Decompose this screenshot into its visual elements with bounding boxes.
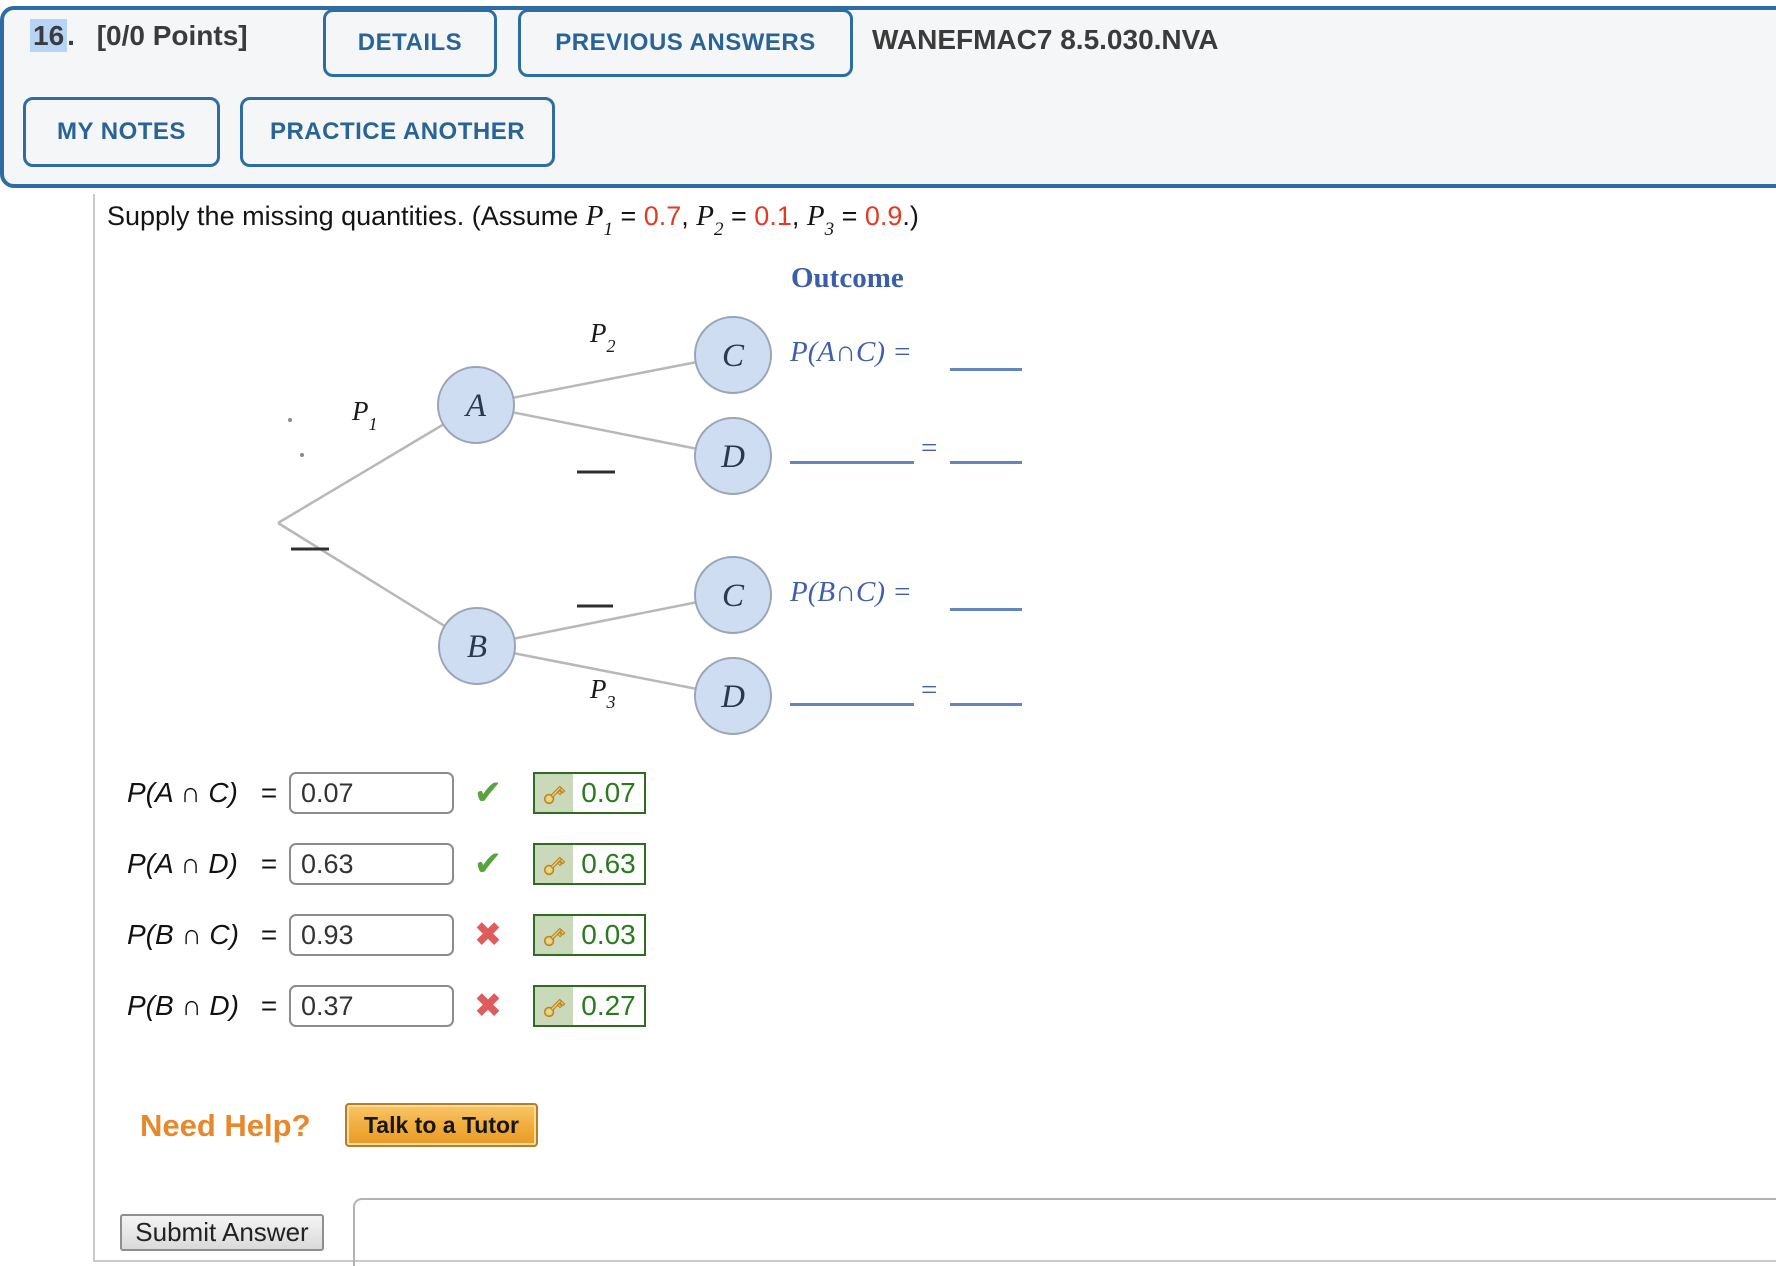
node-A <box>437 366 515 444</box>
node-B <box>438 607 516 685</box>
equals-sign: = <box>260 990 278 1021</box>
node-C-lower-label: C <box>722 578 745 614</box>
points-label: [0/0 Points] <box>96 20 248 51</box>
answer-key-box: 0.63 <box>533 843 646 885</box>
outcome-row4-blank-right <box>950 703 1022 706</box>
node-D-upper-label: D <box>720 439 745 475</box>
p2-value: 0.1 <box>754 201 792 231</box>
node-B-label: B <box>467 629 487 665</box>
outcome-row2-equals: = <box>921 432 938 464</box>
content-left-border <box>93 194 95 1260</box>
talk-to-tutor-button[interactable]: Talk to a Tutor <box>345 1103 538 1147</box>
need-help-label: Need Help? <box>140 1108 311 1143</box>
node-C-upper-label: C <box>722 338 745 374</box>
outcome-row3-formula: P(B∩C) = <box>790 576 912 608</box>
next-section-panel <box>353 1198 1776 1266</box>
key-value: 0.63 <box>581 848 636 879</box>
answer-row-pbc: P(B ∩ C) = ✖ 0.03 <box>127 914 646 956</box>
answer-input-pac[interactable] <box>289 772 454 814</box>
equals-sign: = <box>260 848 278 879</box>
answer-row-pad: P(A ∩ D) = ✔ 0.63 <box>127 843 646 885</box>
node-C-upper <box>694 316 772 394</box>
my-notes-button[interactable]: MY NOTES <box>23 97 220 167</box>
key-value: 0.07 <box>581 777 636 808</box>
webassign-question-page: 16. [0/0 Points] DETAILS PREVIOUS ANSWER… <box>0 0 1776 1266</box>
p2-symbol: P <box>696 200 715 232</box>
details-button[interactable]: DETAILS <box>323 9 497 77</box>
key-icon <box>535 845 573 883</box>
answer-input-pbd[interactable] <box>289 985 454 1027</box>
node-C-lower <box>694 556 772 634</box>
outcome-row3-blank <box>950 608 1022 611</box>
p3-symbol: P <box>806 200 825 232</box>
answer-key-box: 0.27 <box>533 985 646 1027</box>
problem-statement: Supply the missing quantities. (Assume P… <box>107 200 919 241</box>
key-icon <box>535 774 573 812</box>
statement-prefix: Supply the missing quantities. (Assume <box>107 201 586 231</box>
branch-label-p1: P1 <box>352 396 378 435</box>
outcome-row4-equals: = <box>921 674 938 706</box>
p1-symbol: P <box>585 200 604 232</box>
node-A-label: A <box>464 388 487 424</box>
p3-value: 0.9 <box>864 201 903 231</box>
answer-key-box: 0.03 <box>533 914 646 956</box>
outcome-header: Outcome <box>791 262 904 294</box>
question-number: 16 <box>30 19 68 52</box>
answer-key-box: 0.07 <box>533 772 646 814</box>
correct-check-icon: ✔ <box>473 774 503 812</box>
p1-value: 0.7 <box>643 201 682 231</box>
probability-tree-diagram: A B C D C D <box>277 316 772 735</box>
submit-answer-button[interactable]: Submit Answer <box>120 1214 324 1251</box>
key-icon <box>535 916 573 954</box>
practice-another-button[interactable]: PRACTICE ANOTHER <box>240 97 555 167</box>
answer-label: P(A ∩ D) <box>127 848 238 879</box>
answer-row-pac: P(A ∩ C) = ✔ 0.07 <box>127 772 646 814</box>
answer-input-pad[interactable] <box>289 843 454 885</box>
outcome-row4-blank-left <box>790 703 914 706</box>
answer-label: P(A ∩ C) <box>127 777 238 808</box>
outcome-row2-blank-right <box>950 461 1022 464</box>
outcome-row2-blank-left <box>790 461 914 464</box>
outcome-row1-blank <box>950 368 1022 371</box>
assignment-code: WANEFMAC7 8.5.030.NVA <box>872 24 1219 55</box>
equals-sign: = <box>260 919 278 950</box>
node-D-lower-label: D <box>720 679 745 715</box>
node-D-lower <box>694 657 772 735</box>
answer-row-pbd: P(B ∩ D) = ✖ 0.27 <box>127 985 646 1027</box>
incorrect-x-icon: ✖ <box>473 987 503 1025</box>
question-number-row: 16. [0/0 Points] <box>30 19 248 52</box>
answer-input-pbc[interactable] <box>289 914 454 956</box>
correct-check-icon: ✔ <box>473 845 503 883</box>
key-value: 0.27 <box>581 990 636 1021</box>
answer-label: P(B ∩ D) <box>127 990 239 1021</box>
previous-answers-button[interactable]: PREVIOUS ANSWERS <box>518 9 853 77</box>
incorrect-x-icon: ✖ <box>473 916 503 954</box>
equals-sign: = <box>260 777 278 808</box>
question-number-dot: . <box>67 20 75 51</box>
key-icon <box>535 987 573 1025</box>
outcome-row1-formula: P(A∩C) = <box>790 336 912 368</box>
branch-label-p3: P3 <box>590 674 616 713</box>
node-D-upper <box>694 417 772 495</box>
answer-label: P(B ∩ C) <box>127 919 239 950</box>
branch-label-p2: P2 <box>590 318 616 357</box>
key-value: 0.03 <box>581 919 636 950</box>
